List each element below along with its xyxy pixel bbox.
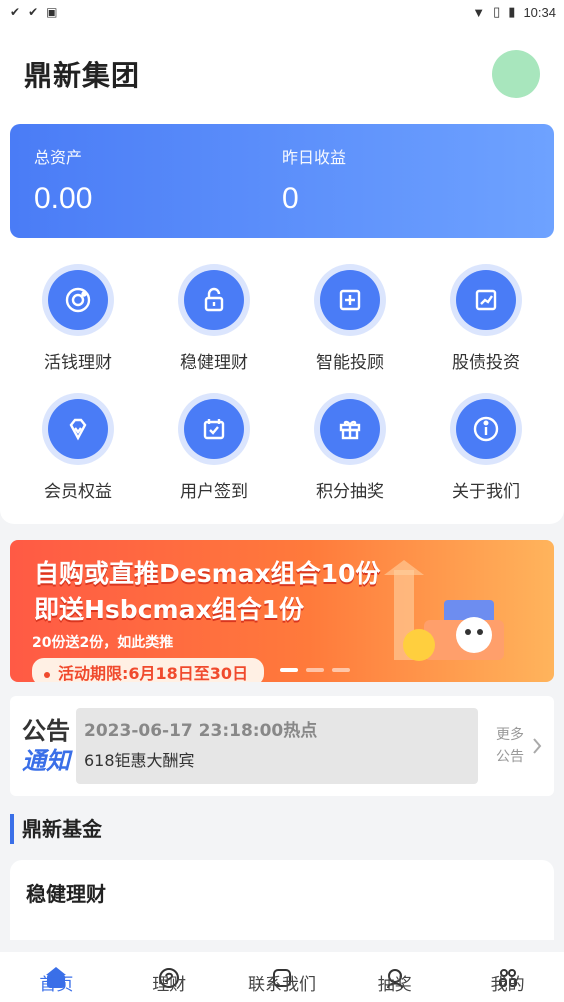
battery-icon: ▮ bbox=[508, 4, 516, 19]
grid-item-label: 用户签到 bbox=[180, 482, 248, 502]
grid-item-label: 活钱理财 bbox=[44, 353, 112, 373]
tab-contact[interactable]: 联系我们 bbox=[226, 952, 339, 1002]
wifi-icon: ▼ bbox=[472, 4, 486, 20]
avatar[interactable] bbox=[492, 50, 540, 98]
check-icon: ✔ bbox=[28, 5, 39, 19]
product-title: 稳健理财 bbox=[26, 878, 116, 909]
status-notifications: ✔ ✔ ▣ bbox=[10, 5, 57, 19]
tab-label: 理财 bbox=[152, 974, 187, 995]
more-notices-label: 更多 公告 bbox=[496, 724, 524, 768]
grid-item-member-benefits[interactable]: 会员权益 bbox=[10, 399, 146, 502]
pagination-dot[interactable] bbox=[306, 668, 324, 672]
banner-period: 活动期限:6月18日至30日 bbox=[32, 658, 265, 682]
banner-pagination[interactable] bbox=[280, 668, 350, 672]
status-indicators: ▼ ▯ ▮ 10:34 bbox=[472, 4, 556, 20]
grid-item-about-us[interactable]: 关于我们 bbox=[418, 399, 554, 502]
bottom-tabbar: 首页 理财 联系我们 抽奖 我的 bbox=[0, 952, 564, 1002]
grid-item-smart-advisor[interactable]: 智能投顾 bbox=[282, 270, 418, 373]
banner-headline-1: 自购或直推Desmax组合10份 bbox=[34, 559, 381, 588]
tab-profile[interactable]: 我的 bbox=[451, 952, 564, 1002]
yesterday-earnings-value: 0 bbox=[282, 182, 299, 215]
feature-grid: 活钱理财 稳健理财 智能投顾 股债投资 会员权益 用户签到 积分抽奖 关于我们 bbox=[0, 238, 564, 502]
grid-item-label: 股债投资 bbox=[452, 353, 520, 373]
notice-text: 618钜惠大酬宾 bbox=[84, 751, 195, 770]
asset-card[interactable]: 总资产 0.00 昨日收益 0 bbox=[10, 124, 554, 238]
notice-logo: 公告 通知 bbox=[22, 716, 70, 776]
more-label-2: 公告 bbox=[496, 749, 524, 765]
chevron-right-icon bbox=[533, 738, 542, 754]
banner-headline-2: 即送Hsbcmax组合1份 bbox=[34, 595, 304, 624]
section-title: 鼎新基金 bbox=[10, 814, 554, 844]
grid-item-label: 稳健理财 bbox=[180, 353, 248, 373]
promo-banner[interactable]: 自购或直推Desmax组合10份 即送Hsbcmax组合1份 20份送2份，如此… bbox=[10, 540, 554, 682]
total-assets-label: 总资产 bbox=[34, 148, 83, 167]
yesterday-earnings-label: 昨日收益 bbox=[282, 148, 347, 167]
grid-item-steady-finance[interactable]: 稳健理财 bbox=[146, 270, 282, 373]
tab-label: 联系我们 bbox=[247, 974, 316, 995]
notice-time: 2023-06-17 23:18:00热点 bbox=[84, 721, 318, 741]
tab-finance[interactable]: 理财 bbox=[113, 952, 226, 1002]
chart-up-icon bbox=[456, 270, 516, 330]
gift-icon bbox=[320, 399, 380, 459]
yesterday-earnings: 昨日收益 0 bbox=[282, 144, 530, 218]
status-time: 10:34 bbox=[523, 4, 556, 20]
notice-bar: 公告 通知 2023-06-17 23:18:00热点 618钜惠大酬宾 更多 … bbox=[10, 696, 554, 796]
signal-off-icon: ▯ bbox=[493, 4, 501, 19]
plus-box-icon bbox=[320, 270, 380, 330]
info-icon bbox=[456, 399, 516, 459]
pagination-dot[interactable] bbox=[332, 668, 350, 672]
tab-lottery[interactable]: 抽奖 bbox=[338, 952, 451, 1002]
total-assets-value: 0.00 bbox=[34, 182, 93, 215]
app-notification-icon: ▣ bbox=[46, 5, 58, 19]
notice-logo-bottom: 通知 bbox=[22, 747, 70, 775]
banner-subtitle: 20份送2份，如此类推 bbox=[32, 635, 174, 651]
app-header: 鼎新集团 bbox=[0, 24, 564, 124]
calendar-check-icon bbox=[184, 399, 244, 459]
total-assets: 总资产 0.00 bbox=[34, 144, 282, 218]
grid-item-label: 关于我们 bbox=[452, 482, 520, 502]
tab-label: 抽奖 bbox=[377, 974, 412, 995]
product-card[interactable]: 稳健理财 bbox=[10, 860, 554, 940]
grid-item-label: 会员权益 bbox=[44, 482, 112, 502]
grid-item-label: 积分抽奖 bbox=[316, 482, 384, 502]
dot-icon bbox=[44, 671, 50, 678]
grid-item-lottery[interactable]: 积分抽奖 bbox=[282, 399, 418, 502]
grid-item-check-in[interactable]: 用户签到 bbox=[146, 399, 282, 502]
banner-period-text: 活动期限:6月18日至30日 bbox=[58, 664, 249, 682]
grid-item-stock-bond[interactable]: 股债投资 bbox=[418, 270, 554, 373]
more-label-1: 更多 bbox=[496, 727, 524, 743]
lock-icon bbox=[184, 270, 244, 330]
pagination-dot[interactable] bbox=[280, 668, 298, 672]
status-bar: ✔ ✔ ▣ ▼ ▯ ▮ 10:34 bbox=[0, 0, 564, 24]
notice-logo-top: 公告 bbox=[22, 717, 70, 745]
more-notices-button[interactable]: 更多 公告 bbox=[478, 724, 542, 768]
notice-content[interactable]: 2023-06-17 23:18:00热点 618钜惠大酬宾 bbox=[76, 708, 478, 784]
check-icon: ✔ bbox=[10, 5, 21, 19]
app-title: 鼎新集团 bbox=[24, 59, 141, 92]
grid-item-label: 智能投顾 bbox=[316, 353, 384, 373]
top-section: 鼎新集团 总资产 0.00 昨日收益 0 活钱理财 稳健理财 智能投顾 股债投资… bbox=[0, 24, 564, 524]
tab-label: 我的 bbox=[490, 974, 525, 995]
coin-icon bbox=[48, 270, 108, 330]
diamond-icon bbox=[48, 399, 108, 459]
tab-home[interactable]: 首页 bbox=[0, 952, 113, 1002]
tab-label: 首页 bbox=[39, 974, 74, 995]
grid-item-current-finance[interactable]: 活钱理财 bbox=[10, 270, 146, 373]
